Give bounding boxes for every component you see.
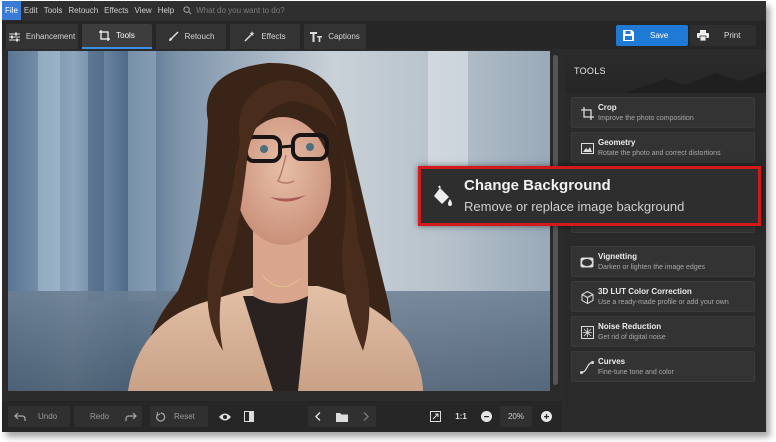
magic-wand-icon — [244, 31, 255, 42]
noise-icon — [578, 323, 596, 341]
tools-panel: TOOLS Crop Improve the photo composition… — [565, 51, 766, 432]
tools-panel-title: TOOLS — [574, 66, 606, 76]
actual-size-button[interactable]: 1:1 — [450, 406, 472, 427]
tool-3d-lut-name: 3D LUT Color Correction — [598, 287, 692, 296]
printer-icon — [690, 30, 716, 41]
menu-tools[interactable]: Tools — [41, 1, 66, 20]
save-label: Save — [650, 31, 669, 40]
search-icon — [183, 6, 192, 15]
print-label: Print — [724, 31, 741, 40]
tab-effects-label: Effects — [261, 32, 286, 41]
menu-bar: File Edit Tools Retouch Effects View Hel… — [2, 1, 766, 20]
tab-captions[interactable]: Captions — [304, 24, 366, 49]
compare-button[interactable] — [238, 406, 260, 427]
menu-file[interactable]: File — [2, 1, 21, 20]
menu-view[interactable]: View — [131, 1, 154, 20]
tab-tools-label: Tools — [116, 31, 135, 40]
paint-bucket-icon — [431, 185, 455, 209]
compare-icon — [244, 411, 254, 422]
tool-vignetting-desc: Darken or lighten the image edges — [598, 264, 706, 271]
redo-icon — [125, 412, 137, 421]
print-button[interactable]: Print — [690, 25, 756, 46]
reset-label: Reset — [174, 412, 195, 421]
menu-effects[interactable]: Effects — [101, 1, 131, 20]
bottom-bar: Undo Redo Reset 1:1 20% — [2, 401, 562, 432]
cube-icon — [578, 288, 596, 306]
search-box[interactable]: What do you want to do? — [183, 6, 285, 15]
reset-icon — [156, 411, 166, 422]
tools-panel-header: TOOLS — [565, 51, 766, 93]
curves-icon — [578, 358, 596, 376]
tab-tools[interactable]: Tools — [82, 24, 152, 49]
tab-effects[interactable]: Effects — [230, 24, 300, 49]
brush-icon — [168, 31, 179, 41]
redo-button[interactable]: Redo — [74, 406, 142, 427]
tool-crop[interactable]: Crop Improve the photo composition — [571, 97, 755, 128]
chevron-left-icon[interactable] — [315, 412, 321, 421]
save-button[interactable]: Save — [616, 25, 688, 46]
reset-button[interactable]: Reset — [150, 406, 208, 427]
tool-geometry[interactable]: Geometry Rotate the photo and correct di… — [571, 132, 755, 163]
zoom-level-field[interactable]: 20% — [500, 406, 532, 427]
folder-icon[interactable] — [335, 412, 348, 422]
save-icon — [616, 30, 640, 41]
tool-crop-name: Crop — [598, 103, 617, 112]
zoom-out-button[interactable] — [476, 406, 496, 427]
tab-enhancement-label: Enhancement — [25, 32, 76, 41]
tool-curves[interactable]: Curves Fine-tune tone and color — [571, 351, 755, 382]
app-window: File Edit Tools Retouch Effects View Hel… — [2, 1, 766, 432]
change-background-name: Change Background — [464, 177, 611, 194]
undo-icon — [14, 412, 26, 421]
redo-label: Redo — [90, 412, 110, 421]
menu-edit[interactable]: Edit — [21, 1, 41, 20]
zoom-ratio-label: 1:1 — [455, 412, 467, 421]
menu-retouch[interactable]: Retouch — [65, 1, 101, 20]
tool-3d-lut[interactable]: 3D LUT Color Correction Use a ready-made… — [571, 281, 755, 312]
sliders-icon — [8, 32, 20, 41]
search-placeholder[interactable]: What do you want to do? — [196, 6, 285, 15]
eye-icon — [219, 413, 231, 420]
tab-retouch[interactable]: Retouch — [156, 24, 226, 49]
change-background-highlight[interactable]: Change Background Remove or replace imag… — [418, 166, 761, 226]
tab-retouch-label: Retouch — [184, 32, 215, 41]
tool-crop-desc: Improve the photo composition — [598, 115, 694, 122]
tab-captions-label: Captions — [328, 32, 360, 41]
undo-label: Undo — [38, 412, 58, 421]
main-toolbar: Enhancement Tools Retouch Effects Captio… — [2, 21, 766, 49]
tool-3d-lut-desc: Use a ready-made profile or add your own — [598, 299, 729, 306]
tool-noise-reduction-name: Noise Reduction — [598, 322, 662, 331]
menu-help[interactable]: Help — [155, 1, 177, 20]
fit-screen-icon — [429, 411, 441, 422]
tool-noise-reduction-desc: Get rid of digital noise — [598, 334, 666, 341]
zoom-in-button[interactable] — [536, 406, 556, 427]
tool-geometry-desc: Rotate the photo and correct distortions — [598, 150, 721, 157]
tool-curves-name: Curves — [598, 357, 626, 366]
crop-icon — [578, 104, 596, 122]
text-icon — [310, 31, 323, 42]
plus-circle-icon — [540, 411, 552, 422]
undo-button[interactable]: Undo — [8, 406, 70, 427]
zoom-level-value: 20% — [507, 412, 524, 421]
tool-vignetting-name: Vignetting — [598, 252, 637, 261]
tool-curves-desc: Fine-tune tone and color — [598, 369, 674, 376]
crop-icon — [99, 30, 111, 41]
geometry-icon — [578, 139, 596, 157]
tool-noise-reduction[interactable]: Noise Reduction Get rid of digital noise — [571, 316, 755, 347]
file-navigation — [308, 406, 376, 427]
fit-to-window-button[interactable] — [424, 406, 446, 427]
preview-eye-button[interactable] — [214, 406, 236, 427]
tool-vignetting[interactable]: Vignetting Darken or lighten the image e… — [571, 246, 755, 277]
tool-geometry-name: Geometry — [598, 138, 636, 147]
minus-circle-icon — [480, 411, 492, 422]
change-background-desc: Remove or replace image background — [464, 199, 685, 214]
vignette-icon — [578, 253, 596, 271]
chevron-right-icon[interactable] — [363, 412, 369, 421]
tab-enhancement[interactable]: Enhancement — [6, 24, 78, 49]
